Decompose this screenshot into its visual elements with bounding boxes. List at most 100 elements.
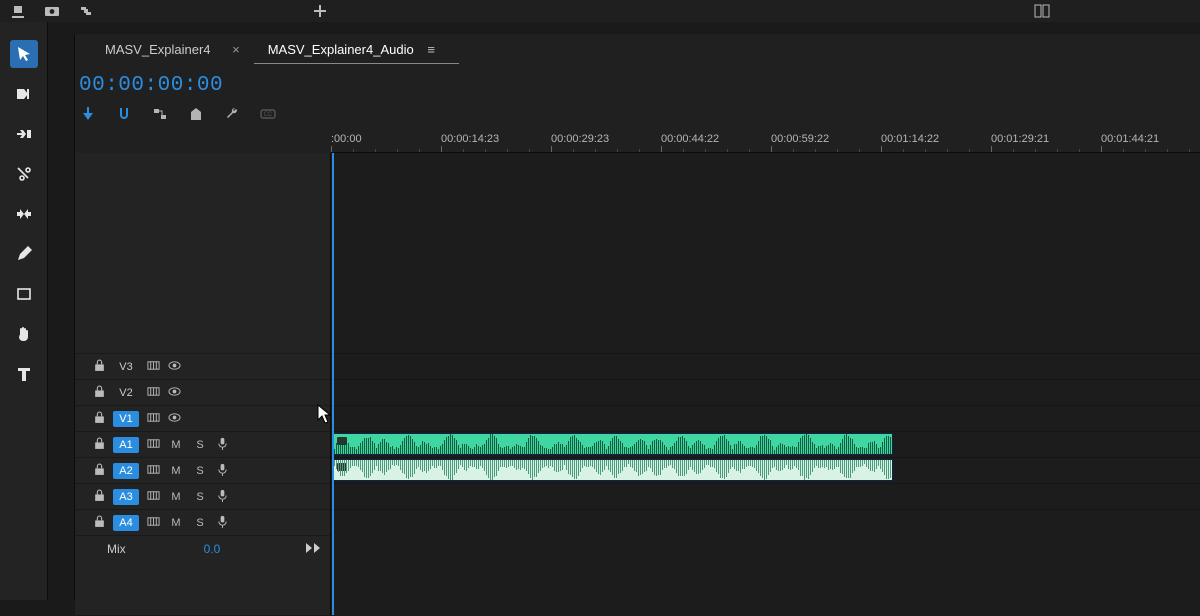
- sequence-tabs: MASV_Explainer4 × MASV_Explainer4_Audio …: [75, 34, 1200, 64]
- audio-track-header[interactable]: A4 M S: [75, 509, 330, 535]
- video-track-header[interactable]: V1: [75, 405, 330, 431]
- ruler-mark: :00:00: [331, 133, 362, 145]
- mix-label: Mix: [107, 542, 126, 556]
- linked-selection-icon[interactable]: [151, 105, 169, 123]
- ruler-mark: 00:00:44:22: [661, 133, 719, 145]
- insert-icon[interactable]: [79, 105, 97, 123]
- sync-lock-icon[interactable]: [147, 515, 160, 531]
- timeline-panel: MASV_Explainer4 × MASV_Explainer4_Audio …: [48, 22, 1200, 600]
- mute-toggle[interactable]: M: [168, 465, 184, 477]
- solo-toggle[interactable]: S: [192, 491, 208, 503]
- audio-track-header[interactable]: A3 M S: [75, 483, 330, 509]
- lock-icon[interactable]: [93, 437, 105, 453]
- export-icon[interactable]: [10, 3, 26, 19]
- tab-menu-icon[interactable]: ≡: [427, 42, 435, 57]
- output-icon[interactable]: [306, 542, 320, 556]
- mix-track-header[interactable]: Mix 0.0: [75, 535, 330, 561]
- sync-lock-icon[interactable]: [147, 489, 160, 505]
- track-label[interactable]: V1: [113, 411, 139, 427]
- slip-tool[interactable]: [10, 200, 38, 228]
- audio-clip[interactable]: [333, 459, 893, 481]
- lock-icon[interactable]: [93, 385, 105, 401]
- track-label[interactable]: V3: [113, 359, 139, 375]
- voiceover-icon[interactable]: [216, 515, 229, 531]
- ruler-mark: 00:00:14:23: [441, 133, 499, 145]
- track-lane[interactable]: [331, 353, 1200, 379]
- top-toolbar: [0, 0, 1200, 22]
- time-ruler[interactable]: :00:00 00:00:14:23 00:00:29:23 00:00:44:22 0…: [331, 129, 1200, 153]
- track-label[interactable]: V2: [113, 385, 139, 401]
- solo-toggle[interactable]: S: [192, 517, 208, 529]
- settings-wrench-icon[interactable]: [223, 105, 241, 123]
- sequence-tab[interactable]: MASV_Explainer4_Audio ≡: [254, 36, 449, 63]
- track-lane[interactable]: [331, 379, 1200, 405]
- caption-icon[interactable]: CC: [259, 105, 277, 123]
- voiceover-icon[interactable]: [216, 437, 229, 453]
- sync-lock-icon[interactable]: [147, 437, 160, 453]
- track-lane[interactable]: [331, 509, 1200, 535]
- track-label[interactable]: A3: [113, 489, 139, 505]
- playhead[interactable]: [332, 153, 334, 615]
- lock-icon[interactable]: [93, 359, 105, 375]
- timeline-options: CC: [75, 101, 1200, 129]
- workspace-layout-icon[interactable]: [1034, 3, 1050, 19]
- lock-icon[interactable]: [93, 411, 105, 427]
- track-label[interactable]: A4: [113, 515, 139, 531]
- mute-toggle[interactable]: M: [168, 491, 184, 503]
- close-icon[interactable]: ×: [232, 42, 240, 57]
- sync-lock-icon[interactable]: [147, 463, 160, 479]
- ruler-mark: 00:00:59:22: [771, 133, 829, 145]
- rectangle-tool[interactable]: [10, 280, 38, 308]
- video-track-header[interactable]: V3: [75, 353, 330, 379]
- snap-icon[interactable]: [115, 105, 133, 123]
- track-headers: V3 V2 V1: [75, 153, 331, 615]
- track-label[interactable]: A2: [113, 463, 139, 479]
- tab-label: MASV_Explainer4_Audio: [268, 42, 414, 57]
- pen-tool[interactable]: [10, 240, 38, 268]
- voiceover-icon[interactable]: [216, 489, 229, 505]
- hand-tool[interactable]: [10, 320, 38, 348]
- mute-toggle[interactable]: M: [168, 439, 184, 451]
- solo-toggle[interactable]: S: [192, 465, 208, 477]
- lock-icon[interactable]: [93, 489, 105, 505]
- track-select-forward-tool[interactable]: [10, 80, 38, 108]
- marker-icon[interactable]: [187, 105, 205, 123]
- current-timecode[interactable]: 00:00:00:00: [79, 74, 223, 97]
- timeline-lanes[interactable]: [331, 153, 1200, 615]
- audio-track-header[interactable]: A2 M S: [75, 457, 330, 483]
- ripple-edit-tool[interactable]: [10, 120, 38, 148]
- selection-tool[interactable]: [10, 40, 38, 68]
- voiceover-icon[interactable]: [216, 463, 229, 479]
- sync-lock-icon[interactable]: [147, 385, 160, 401]
- sync-lock-icon[interactable]: [147, 411, 160, 427]
- tab-label: MASV_Explainer4: [105, 42, 211, 57]
- audio-track-header[interactable]: A1 M S: [75, 431, 330, 457]
- mute-toggle[interactable]: M: [168, 517, 184, 529]
- type-tool[interactable]: [10, 360, 38, 388]
- eye-icon[interactable]: [168, 385, 181, 401]
- sequence-tab[interactable]: MASV_Explainer4 ×: [91, 36, 254, 63]
- tools-toolbar: [0, 22, 48, 600]
- snapshot-icon[interactable]: [44, 3, 60, 19]
- track-lane[interactable]: [331, 483, 1200, 509]
- ruler-mark: 00:01:14:22: [881, 133, 939, 145]
- track-lane[interactable]: [331, 405, 1200, 431]
- track-label[interactable]: A1: [113, 437, 139, 453]
- ruler-mark: 00:01:29:21: [991, 133, 1049, 145]
- razor-tool[interactable]: [10, 160, 38, 188]
- solo-toggle[interactable]: S: [192, 439, 208, 451]
- svg-text:CC: CC: [264, 112, 273, 118]
- ruler-mark: 00:01:44:21: [1101, 133, 1159, 145]
- add-icon[interactable]: [312, 3, 328, 19]
- mix-value[interactable]: 0.0: [204, 542, 221, 556]
- sync-lock-icon[interactable]: [147, 359, 160, 375]
- ruler-mark: 00:00:29:23: [551, 133, 609, 145]
- lock-icon[interactable]: [93, 515, 105, 531]
- lock-icon[interactable]: [93, 463, 105, 479]
- eye-icon[interactable]: [168, 411, 181, 427]
- cursor-icon: [317, 404, 331, 424]
- audio-clip[interactable]: [333, 433, 893, 455]
- video-track-header[interactable]: V2: [75, 379, 330, 405]
- link-icon[interactable]: [78, 3, 94, 19]
- eye-icon[interactable]: [168, 359, 181, 375]
